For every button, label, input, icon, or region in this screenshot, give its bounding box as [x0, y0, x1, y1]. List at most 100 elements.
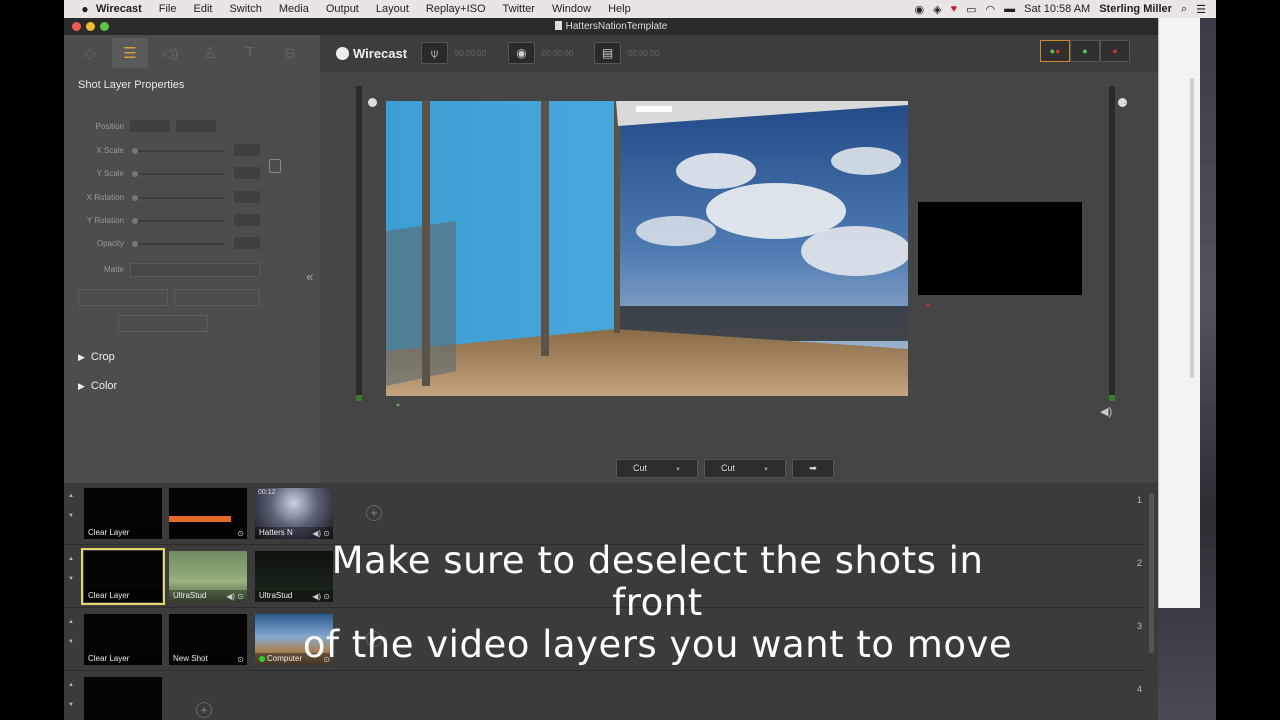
live-layout-button[interactable]: ●	[1100, 40, 1130, 62]
user-name[interactable]: Sterling Miller	[1099, 3, 1172, 15]
clock-text[interactable]: Sat 10:58 AM	[1024, 3, 1090, 15]
shot-thumbnail[interactable]: New Shot ⊙	[169, 614, 247, 665]
shot-thumbnail[interactable]: UltraStud ◀) ⊙	[169, 551, 247, 602]
opacity-knob[interactable]	[132, 241, 138, 247]
x-scale-field[interactable]	[234, 144, 260, 156]
transition-right-dropdown[interactable]: Cut ▼	[704, 459, 786, 478]
tab-source-icon[interactable]: ◇	[72, 38, 108, 68]
menu-replay-iso[interactable]: Replay+ISO	[426, 3, 486, 15]
iso-record-button[interactable]: ▤	[594, 42, 621, 64]
transition-left-dropdown[interactable]: Cut ▼	[616, 459, 698, 478]
add-shot-button[interactable]: +	[196, 702, 212, 718]
layer-reorder-arrows-icon[interactable]: ▲ ▼	[68, 617, 74, 647]
preview-canvas[interactable]	[386, 101, 908, 396]
zoom-window-button[interactable]	[100, 22, 109, 31]
crop-section[interactable]: ▶ Crop	[78, 351, 115, 363]
notifications-icon[interactable]: ☰	[1196, 3, 1206, 16]
y-rotation-knob[interactable]	[132, 218, 138, 224]
background-window-scrollbar[interactable]	[1190, 78, 1194, 378]
preview-live-layout-button[interactable]: ● ●	[1040, 40, 1070, 62]
opacity-slider[interactable]	[134, 243, 224, 245]
left-audio-meter[interactable]	[356, 86, 362, 401]
shot-thumbnail-selected[interactable]: Clear Layer	[81, 548, 165, 605]
wifi-icon[interactable]: ◠	[986, 3, 996, 16]
shots-scrollbar[interactable]	[1149, 493, 1154, 653]
record-time: 00:00:00	[542, 49, 574, 58]
preview-volume-knob[interactable]	[368, 98, 377, 107]
menu-window[interactable]: Window	[552, 3, 591, 15]
layout-mode-buttons: ● ● ● ●	[1040, 40, 1130, 62]
shot-settings-icon[interactable]: ⊙	[237, 655, 244, 664]
shot-thumbnail[interactable]: ⊙	[169, 488, 247, 539]
layer-reorder-arrows-icon[interactable]: ▲ ▼	[68, 554, 74, 584]
background-window[interactable]	[1158, 18, 1200, 608]
collapse-panel-icon[interactable]: «	[306, 269, 313, 284]
y-rotation-slider[interactable]	[134, 220, 224, 222]
shot-thumbnail[interactable]: Clear Layer	[84, 614, 162, 665]
live-output-canvas[interactable]	[918, 202, 1082, 295]
x-rotation-slider[interactable]	[134, 197, 224, 199]
color-section[interactable]: ▶ Color	[78, 380, 117, 392]
audio-icon[interactable]: ◀) ⊙	[312, 529, 330, 538]
position-label: Position	[95, 122, 124, 131]
right-audio-meter[interactable]	[1109, 86, 1115, 401]
shield-icon[interactable]: ◈	[933, 3, 941, 16]
menu-switch[interactable]: Switch	[229, 3, 261, 15]
menu-help[interactable]: Help	[608, 3, 631, 15]
battery-icon[interactable]: ▬	[1004, 3, 1015, 15]
shot-thumbnail[interactable]: 00:12 Hatters N ◀) ⊙	[255, 488, 333, 539]
y-scale-knob[interactable]	[132, 171, 138, 177]
heart-icon[interactable]: ♥	[951, 3, 958, 15]
display-icon[interactable]: ▭	[966, 3, 976, 16]
close-window-button[interactable]	[72, 22, 81, 31]
record-status-icon[interactable]: ◉	[915, 3, 925, 16]
transition-left-label: Cut	[633, 463, 648, 473]
stream-button[interactable]: ⍦	[421, 42, 448, 64]
y-scale-field[interactable]	[234, 167, 260, 179]
menu-layout[interactable]: Layout	[376, 3, 409, 15]
tab-text-icon[interactable]: T	[232, 38, 268, 68]
menu-media[interactable]: Media	[279, 3, 309, 15]
record-button[interactable]: ◉	[508, 42, 535, 64]
opacity-field[interactable]	[234, 237, 260, 249]
lock-aspect-icon[interactable]	[269, 159, 281, 173]
color-disclosure-icon[interactable]: ▶	[78, 381, 85, 391]
tab-layer-properties-icon[interactable]: ☰	[112, 37, 148, 68]
right-meter-ticks: ------------	[1124, 101, 1126, 371]
shot-settings-icon[interactable]: ⊙	[237, 529, 244, 538]
layer-reorder-arrows-icon[interactable]: ▲ ▼	[68, 491, 74, 521]
preview-layout-button[interactable]: ●	[1070, 40, 1100, 62]
window-titlebar[interactable]: HattersNationTemplate	[64, 18, 1158, 35]
reset-position-button[interactable]	[118, 315, 208, 332]
y-scale-slider[interactable]	[134, 173, 224, 175]
go-button[interactable]: ➡	[792, 459, 834, 478]
crop-disclosure-icon[interactable]: ▶	[78, 352, 85, 362]
position-y-field[interactable]	[176, 120, 216, 132]
x-rotation-field[interactable]	[234, 191, 260, 203]
menu-edit[interactable]: Edit	[194, 3, 213, 15]
shot-thumbnail[interactable]: Clear Layer	[84, 488, 162, 539]
speaker-icon[interactable]: ◀)	[1100, 405, 1112, 418]
layer-reorder-arrows-icon[interactable]: ▲ ▼	[68, 680, 74, 710]
spotlight-icon[interactable]: ⌕	[1181, 3, 1187, 16]
tab-more-icon[interactable]: ⊖	[272, 38, 308, 68]
add-shot-button[interactable]: +	[366, 505, 382, 521]
tab-audio-icon[interactable]: ◁)	[152, 38, 188, 68]
audio-icon[interactable]: ◀) ⊙	[226, 592, 244, 601]
menu-output[interactable]: Output	[326, 3, 359, 15]
x-rotation-knob[interactable]	[132, 195, 138, 201]
scale-to-fit-button[interactable]	[174, 289, 260, 306]
menu-twitter[interactable]: Twitter	[503, 3, 535, 15]
tab-user-icon[interactable]: ♙	[192, 38, 228, 68]
minimize-window-button[interactable]	[86, 22, 95, 31]
x-scale-knob[interactable]	[132, 148, 138, 154]
y-rotation-field[interactable]	[234, 214, 260, 226]
shot-thumbnail[interactable]	[84, 677, 162, 720]
apple-icon[interactable]: ●	[74, 2, 96, 16]
x-scale-slider[interactable]	[134, 150, 224, 152]
menu-wirecast[interactable]: Wirecast	[96, 3, 142, 15]
matte-dropdown[interactable]	[130, 263, 260, 277]
position-x-field[interactable]	[130, 120, 170, 132]
center-to-fit-button[interactable]	[78, 289, 168, 306]
menu-file[interactable]: File	[159, 3, 177, 15]
